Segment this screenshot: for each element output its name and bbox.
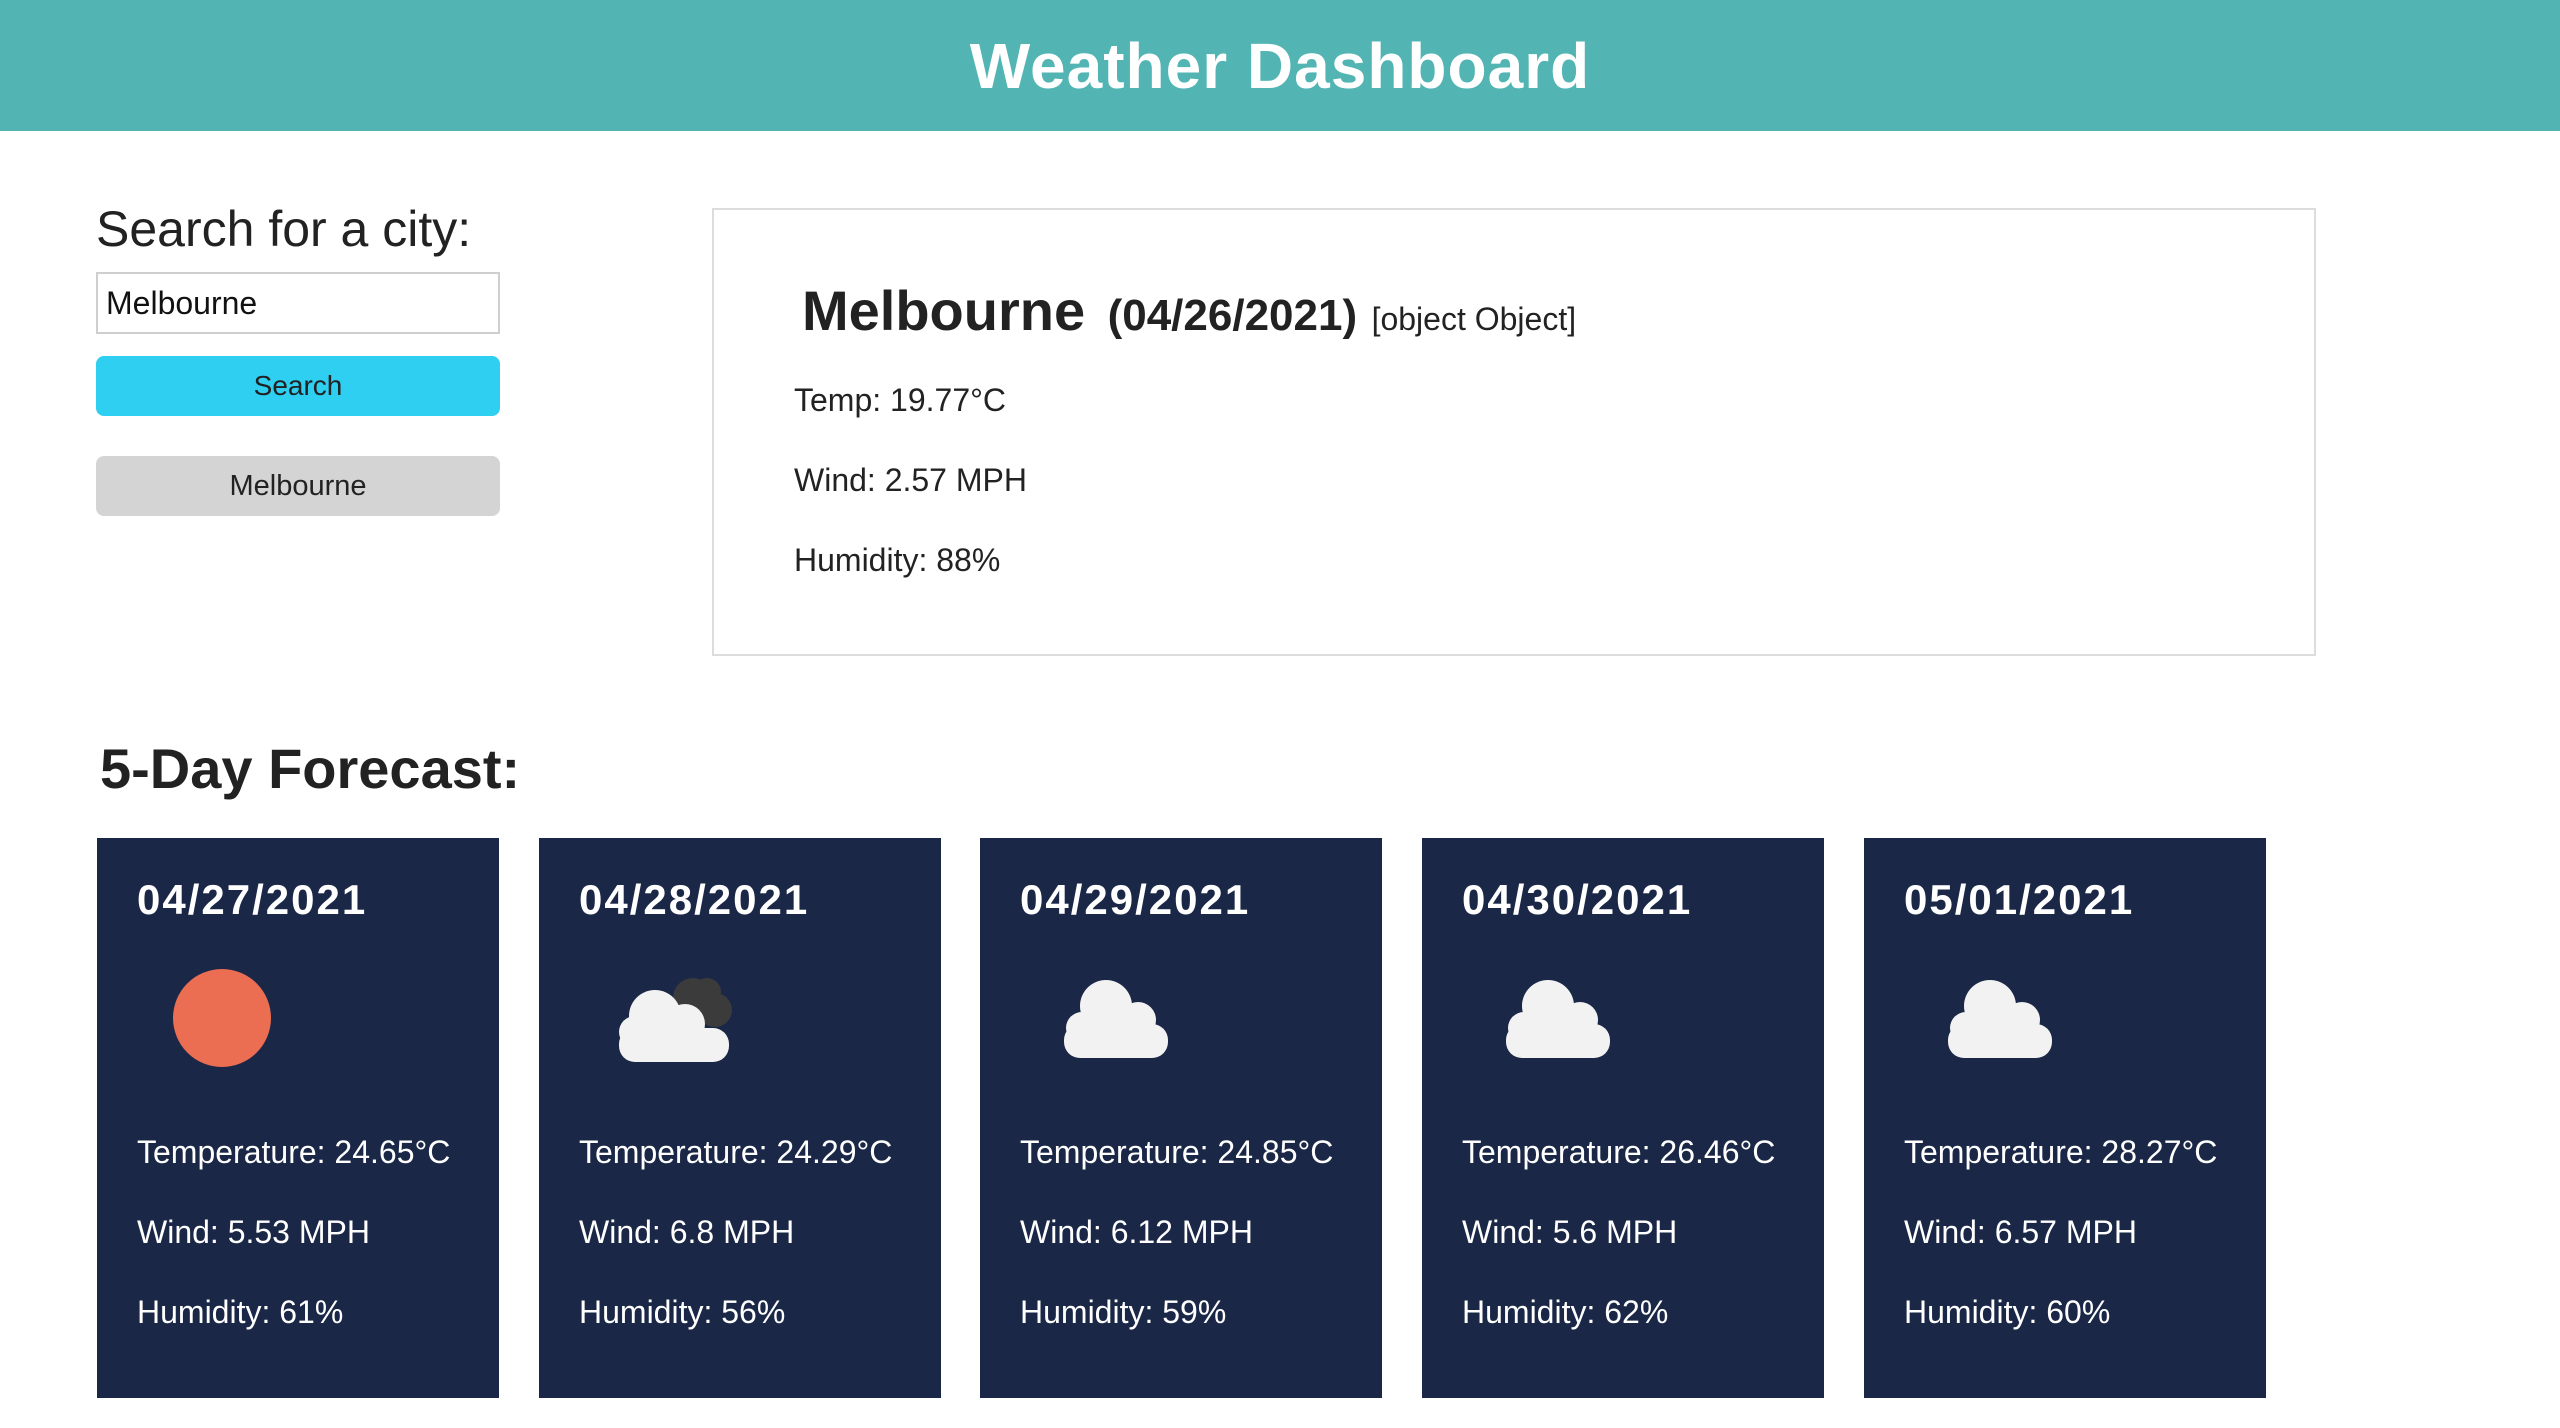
forecast-humidity: Humidity: 56% [579, 1294, 786, 1330]
forecast-humidity: Humidity: 62% [1462, 1294, 1669, 1330]
forecast-temperature: Temperature: 24.85°C [1020, 1134, 1334, 1170]
cloud-icon [1506, 980, 1610, 1058]
forecast-wind: Wind: 6.8 MPH [579, 1214, 795, 1250]
forecast-wind: Wind: 6.57 MPH [1904, 1214, 2137, 1250]
forecast-wind: Wind: 6.12 MPH [1020, 1214, 1253, 1250]
search-button[interactable]: Search [96, 356, 500, 416]
search-heading: Search for a city: [96, 201, 472, 257]
forecast-date: 04/29/2021 [1020, 876, 1251, 923]
forecast-temperature: Temperature: 24.29°C [579, 1134, 893, 1170]
forecast-temperature: Temperature: 26.46°C [1462, 1134, 1776, 1170]
sun-icon [173, 969, 271, 1067]
page-title: Weather Dashboard [969, 29, 1591, 102]
history-button-melbourne[interactable]: Melbourne [96, 456, 500, 516]
forecast-date: 04/30/2021 [1462, 876, 1693, 923]
current-temp: Temp: 19.77°C [794, 382, 1007, 418]
forecast-card: 04/30/2021 Temperature: 26.46°C Wind: 5.… [1422, 838, 1824, 1398]
partly-cloudy-icon [619, 978, 732, 1062]
cloud-icon [1064, 980, 1168, 1058]
cloud-icon [1948, 980, 2052, 1058]
forecast-humidity: Humidity: 61% [137, 1294, 344, 1330]
current-weather-header: Melbourne (04/26/2021) [object Object] [802, 278, 1576, 343]
forecast-date: 04/28/2021 [579, 876, 810, 923]
current-wind: Wind: 2.57 MPH [794, 462, 1027, 498]
forecast-wind: Wind: 5.53 MPH [137, 1214, 370, 1250]
forecast-temperature: Temperature: 28.27°C [1904, 1134, 2218, 1170]
forecast-card: 04/27/2021 Temperature: 24.65°C Wind: 5.… [97, 838, 499, 1398]
current-city: Melbourne [802, 279, 1086, 342]
current-humidity: Humidity: 88% [794, 542, 1001, 578]
current-weather-card: Melbourne (04/26/2021) [object Object] T… [712, 208, 2316, 656]
forecast-wind: Wind: 5.6 MPH [1462, 1214, 1678, 1250]
forecast-humidity: Humidity: 59% [1020, 1294, 1227, 1330]
forecast-date: 05/01/2021 [1904, 876, 2135, 923]
forecast-card: 05/01/2021 Temperature: 28.27°C Wind: 6.… [1864, 838, 2266, 1398]
forecast-row: 04/27/2021 Temperature: 24.65°C Wind: 5.… [97, 838, 2497, 1398]
forecast-card: 04/29/2021 Temperature: 24.85°C Wind: 6.… [980, 838, 1382, 1398]
current-icon-text: [object Object] [1371, 301, 1577, 337]
forecast-temperature: Temperature: 24.65°C [137, 1134, 451, 1170]
forecast-card: 04/28/2021 Temperature: 24.29°C Wind: 6.… [539, 838, 941, 1398]
city-search-input[interactable] [96, 272, 500, 334]
forecast-date: 04/27/2021 [137, 876, 368, 923]
current-date: (04/26/2021) [1107, 291, 1358, 340]
forecast-heading: 5-Day Forecast: [100, 737, 521, 800]
forecast-humidity: Humidity: 60% [1904, 1294, 2111, 1330]
app-header: Weather Dashboard [0, 0, 2560, 131]
